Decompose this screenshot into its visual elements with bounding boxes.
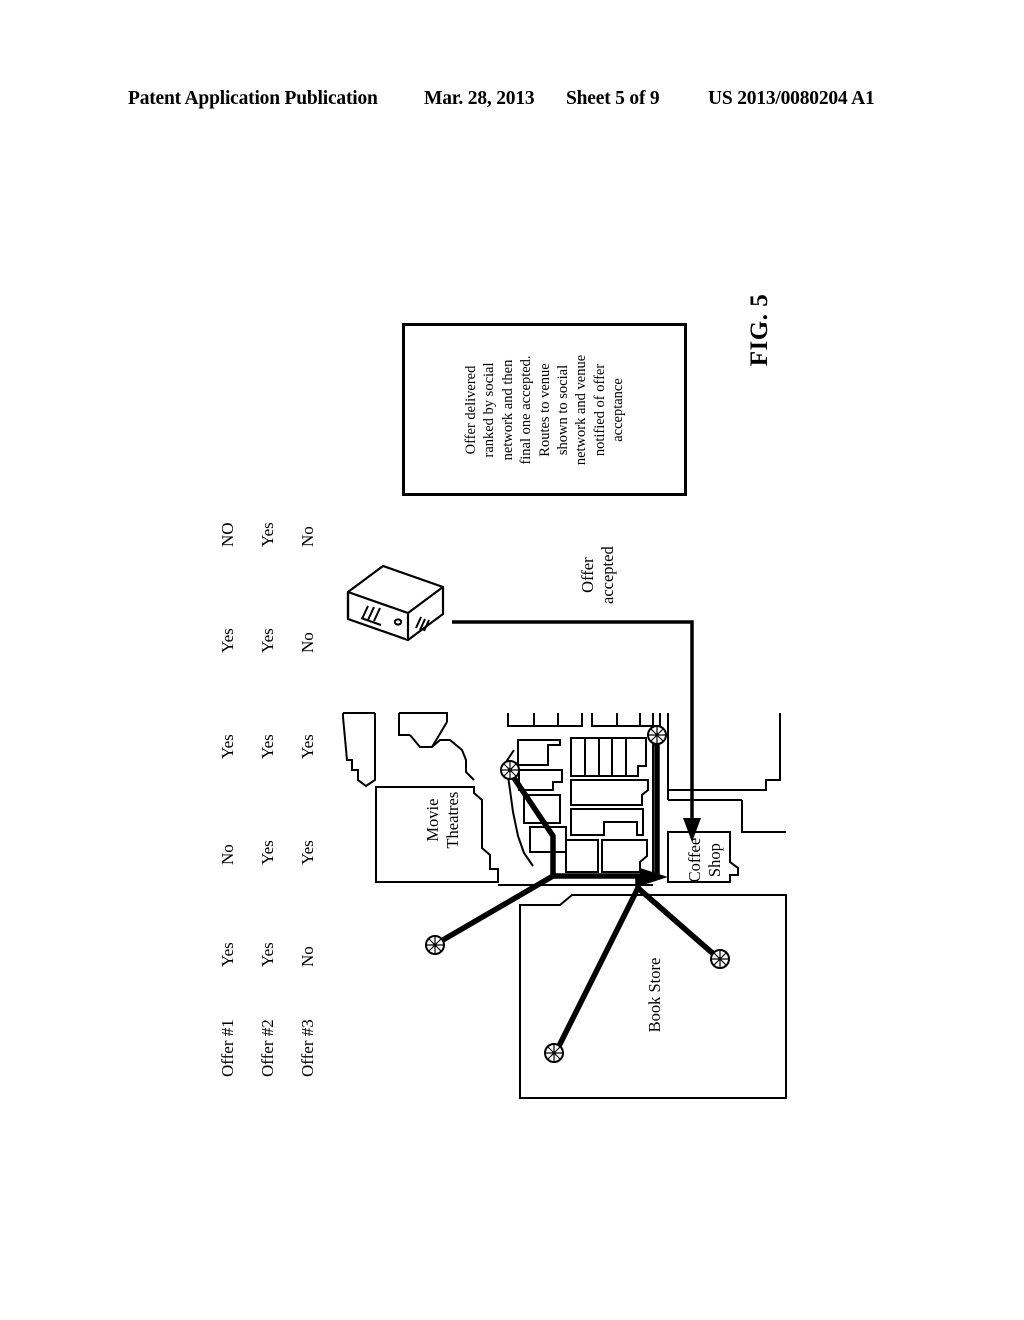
offer-cell: Yes [258,734,277,759]
offer-accepted-connector [452,620,694,820]
route-arrows [640,868,668,886]
offer-row-label: Offer #2 [258,1019,277,1077]
map-label-offer-accepted: Offer accepted [577,546,617,604]
offer-cell: Yes [218,734,237,759]
offer-cell: No [298,946,317,967]
map-label-coffee-shop: Coffee Shop [684,837,724,883]
annotation-callout-text: Offer delivered ranked by social network… [462,354,626,465]
server-front-panel-detail [360,605,430,632]
figure-caption-label: FIG. 5 [745,293,773,367]
offer-cell: Yes [258,628,277,653]
offer-cell: Yes [298,734,317,759]
offer-eligibility-table: Offer #1 Yes No Yes Yes NO Offer #2 Yes … [168,497,317,1077]
map-building-outlines [342,712,787,1099]
offer-row-label: Offer #1 [218,1019,237,1077]
location-marker [544,1043,564,1063]
location-marker [710,949,730,969]
table-row: Offer #3 No Yes Yes No No [289,497,327,1077]
offer-cell: Yes [258,942,277,967]
location-marker [500,760,520,780]
offer-cell: No [298,632,317,653]
route-lines [434,735,720,1054]
offer-cell: Yes [258,522,277,547]
offer-cell: NO [218,522,237,547]
offer-row-label: Offer #3 [298,1019,317,1077]
map-label-book-store: Book Store [644,957,664,1033]
location-marker [425,935,445,955]
offer-cell: Yes [298,840,317,865]
map-label-movie-theatres: Movie Theatres [422,791,462,849]
offer-cell: Yes [218,942,237,967]
table-row: Offer #2 Yes Yes Yes Yes Yes [249,497,287,1077]
location-marker [647,725,667,745]
offer-cell: No [298,526,317,547]
figure-caption: FIG. 5 [700,270,820,390]
figure-5-drawing: FIG. 5 Offer delivered ranked by social … [0,0,1024,1320]
map-drawing [342,564,787,1099]
offer-cell: Yes [218,628,237,653]
server-computer-icon [346,564,445,642]
offer-cell: No [218,844,237,865]
offer-cell: Yes [258,840,277,865]
annotation-callout-box: Offer delivered ranked by social network… [402,323,687,496]
table-row: Offer #1 Yes No Yes Yes NO [209,497,247,1077]
